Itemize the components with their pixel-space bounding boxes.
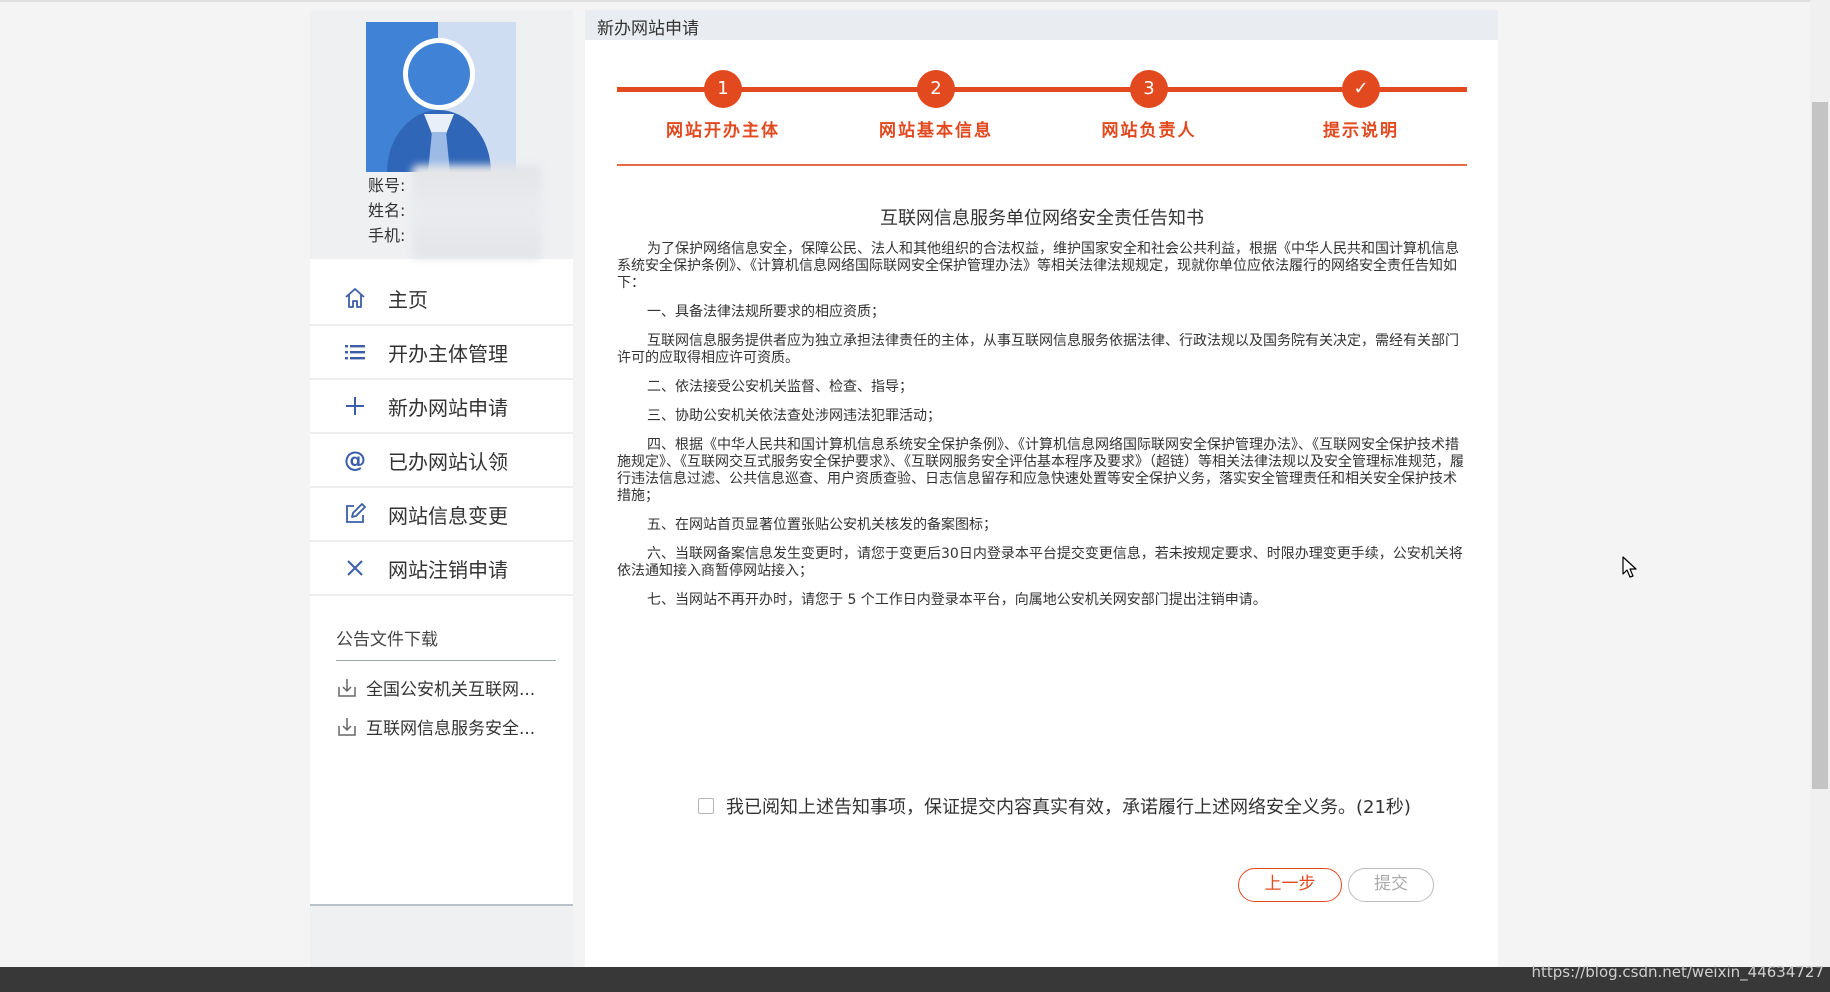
download-icon — [336, 716, 358, 738]
list-icon — [340, 340, 370, 364]
top-border — [0, 0, 1830, 2]
notice-title: 公告文件下载 — [336, 625, 556, 661]
step-number: 3 — [1130, 70, 1168, 108]
breadcrumb: 新办网站申请 — [597, 19, 699, 39]
document-paragraph: 二、依法接受公安机关监督、检查、指导； — [647, 379, 913, 395]
agreement: 我已阅知上述告知事项，保证提交内容真实有效，承诺履行上述网络安全义务。(21秒) — [698, 793, 1411, 819]
notice-document: 互联网信息服务单位网络安全责任告知书 为了保护网络信息安全，保障公民、法人和其他… — [617, 210, 1467, 621]
step-label: 网站基本信息 — [879, 121, 993, 141]
mouse-cursor-icon — [1622, 556, 1638, 584]
document-paragraph: 三、协助公安机关依法查处涉网违法犯罪活动； — [647, 408, 941, 424]
close-icon — [340, 556, 370, 580]
sidebar-item-label: 网站信息变更 — [388, 503, 508, 528]
document-paragraph: 一、具备法律法规所要求的相应资质； — [647, 304, 885, 320]
download-link[interactable]: 全国公安机关互联网... — [336, 675, 556, 700]
sidebar-item-claim-website[interactable]: @ 已办网站认领 — [310, 434, 573, 488]
document-paragraph: 五、在网站首页显著位置张贴公安机关核发的备案图标； — [647, 517, 997, 533]
steps-divider — [617, 164, 1467, 166]
sidebar-item-entity-management[interactable]: 开办主体管理 — [310, 326, 573, 380]
account-label: 账号: — [368, 176, 406, 195]
scrollbar-thumb[interactable] — [1812, 102, 1828, 789]
phone-label: 手机: — [368, 226, 406, 245]
plus-icon — [340, 394, 370, 418]
document-paragraph: 六、当联网备案信息发生变更时，请您于变更后30日内登录本平台提交变更信息，若未按… — [617, 546, 1463, 579]
download-link[interactable]: 互联网信息服务安全... — [336, 714, 556, 739]
document-title: 互联网信息服务单位网络安全责任告知书 — [880, 208, 1204, 229]
download-icon — [336, 677, 358, 699]
home-icon — [340, 286, 370, 310]
notice-section: 公告文件下载 全国公安机关互联网... 互联网信息服务安全... — [336, 625, 556, 739]
sidebar-item-cancel-website[interactable]: 网站注销申请 — [310, 542, 573, 596]
avatar — [366, 22, 516, 172]
watermark: https://blog.csdn.net/weixin_44634727 — [1531, 963, 1824, 981]
document-paragraph: 四、根据《中华人民共和国计算机信息系统安全保护条例》、《计算机信息网络国际联网安… — [617, 437, 1464, 504]
main-panel: 新办网站申请 1 网站开办主体 2 网站基本信息 3 网站负责人 ✓ 提示说明 … — [585, 10, 1498, 967]
download-link-label: 互联网信息服务安全... — [366, 719, 536, 739]
progress-steps: 1 网站开办主体 2 网站基本信息 3 网站负责人 ✓ 提示说明 — [617, 60, 1467, 170]
sidebar-item-change-info[interactable]: 网站信息变更 — [310, 488, 573, 542]
panel-header: 新办网站申请 — [585, 10, 1498, 40]
sidebar-item-new-website[interactable]: 新办网站申请 — [310, 380, 573, 434]
sidebar-item-home[interactable]: 主页 — [310, 272, 573, 326]
edit-icon — [340, 502, 370, 526]
step-label: 提示说明 — [1323, 121, 1399, 141]
step-label: 网站负责人 — [1101, 121, 1197, 141]
at-icon: @ — [344, 447, 366, 473]
submit-button[interactable]: 提交 — [1348, 868, 1434, 902]
step-3: 3 网站负责人 — [1079, 60, 1219, 141]
sidebar-menu: 主页 开办主体管理 新办网站申请 @ 已办网站认领 网站信息变更 网站注销申请 — [310, 272, 573, 596]
agreement-text: 我已阅知上述告知事项，保证提交内容真实有效，承诺履行上述网络安全义务。(21秒) — [726, 797, 1411, 818]
document-paragraph: 互联网信息服务提供者应为独立承担法律责任的主体，从事互联网信息服务依据法律、行政… — [617, 333, 1459, 366]
step-2: 2 网站基本信息 — [866, 60, 1006, 141]
sidebar-item-label: 开办主体管理 — [388, 341, 508, 366]
sidebar: 账号: 姓名: 手机: 主页 开办主体管理 新办网站申请 @ 已办网站认领 网站… — [310, 10, 573, 979]
document-paragraph: 为了保护网络信息安全，保障公民、法人和其他组织的合法权益，维护国家安全和社会公共… — [617, 241, 1459, 291]
step-number: 2 — [917, 70, 955, 108]
check-icon: ✓ — [1342, 70, 1380, 108]
agreement-checkbox[interactable] — [698, 798, 714, 814]
user-avatar-icon — [366, 22, 516, 172]
redacted-info — [412, 165, 542, 259]
step-number: 1 — [704, 70, 742, 108]
profile-card: 账号: 姓名: 手机: — [310, 10, 573, 259]
sidebar-item-label: 已办网站认领 — [388, 449, 508, 474]
step-label: 网站开办主体 — [666, 121, 780, 141]
sidebar-item-label: 主页 — [388, 287, 428, 312]
sidebar-item-label: 网站注销申请 — [388, 557, 508, 582]
name-label: 姓名: — [368, 201, 406, 220]
step-4: ✓ 提示说明 — [1291, 60, 1431, 141]
download-link-label: 全国公安机关互联网... — [366, 680, 536, 700]
step-1: 1 网站开办主体 — [653, 60, 793, 141]
prev-button[interactable]: 上一步 — [1238, 868, 1342, 902]
sidebar-item-label: 新办网站申请 — [388, 395, 508, 420]
document-paragraph: 七、当网站不再开办时，请您于 5 个工作日内登录本平台，向属地公安机关网安部门提… — [647, 592, 1267, 608]
